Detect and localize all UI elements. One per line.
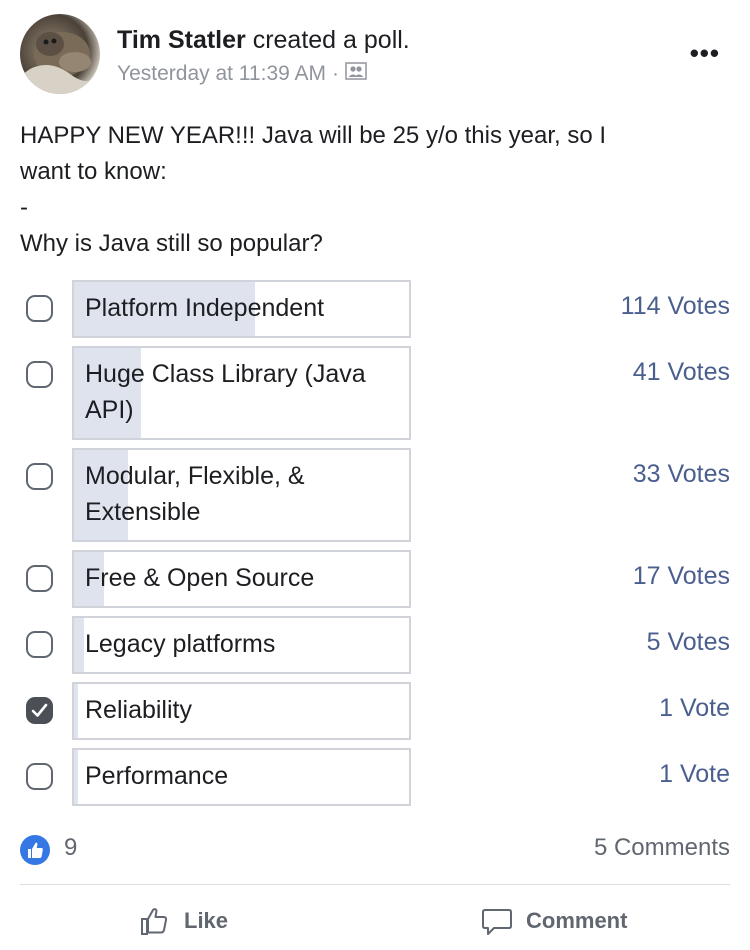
thumbs-up-icon: [141, 908, 168, 935]
poll-option-label: Reliability: [85, 696, 192, 724]
comment-bubble-icon: [482, 909, 512, 935]
poll-option-label: Legacy platforms: [85, 630, 276, 658]
post-text: HAPPY NEW YEAR!!! Java will be 25 y/o th…: [20, 118, 730, 262]
poll-option-box[interactable]: Performance: [72, 748, 411, 806]
comment-button-label: Comment: [526, 908, 628, 933]
poll-vote-count[interactable]: 5 Votes: [647, 628, 730, 657]
post-meta: Yesterday at 11:39 AM ·: [117, 62, 367, 86]
author-avatar[interactable]: [20, 14, 100, 94]
post-text-line: want to know:: [20, 158, 167, 185]
post-timestamp[interactable]: Yesterday at 11:39 AM: [117, 62, 326, 86]
poll-option[interactable]: Modular, Flexible, & Extensible 33 Votes: [20, 448, 730, 542]
poll-option-box[interactable]: Modular, Flexible, & Extensible: [72, 448, 411, 542]
post-text-line: -: [20, 194, 28, 221]
poll-option[interactable]: Platform Independent 114 Votes: [20, 280, 730, 338]
poll-option[interactable]: Free & Open Source 17 Votes: [20, 550, 730, 608]
poll-vote-count[interactable]: 33 Votes: [633, 460, 730, 489]
poll-option[interactable]: Reliability 1 Vote: [20, 682, 730, 740]
poll-checkbox[interactable]: [26, 361, 53, 388]
post-text-line: Why is Java still so popular?: [20, 230, 323, 257]
divider: [20, 884, 730, 885]
like-count[interactable]: 9: [64, 834, 77, 862]
poll-vote-count[interactable]: 114 Votes: [621, 292, 730, 321]
poll-vote-count[interactable]: 1 Vote: [659, 760, 730, 789]
poll-checkbox[interactable]: [26, 463, 53, 490]
friends-icon[interactable]: [345, 62, 367, 86]
author-name[interactable]: Tim Statler: [117, 26, 246, 54]
poll-option-box[interactable]: Reliability: [72, 682, 411, 740]
post-action-text: created a poll.: [252, 26, 410, 54]
reactions-bar: 9 5 Comments: [20, 830, 730, 870]
poll-checkbox[interactable]: [26, 631, 53, 658]
like-reaction-icon[interactable]: [20, 835, 50, 865]
poll-option[interactable]: Legacy platforms 5 Votes: [20, 616, 730, 674]
poll-option-box[interactable]: Platform Independent: [72, 280, 411, 338]
poll-checkbox-checked[interactable]: [26, 697, 53, 724]
like-button-label: Like: [184, 908, 229, 933]
poll-checkbox[interactable]: [26, 763, 53, 790]
author-line: Tim Statler created a poll.: [117, 26, 410, 55]
poll-option[interactable]: Performance 1 Vote: [20, 748, 730, 806]
poll-option-box[interactable]: Free & Open Source: [72, 550, 411, 608]
poll-option-label: Huge Class Library (Java API): [85, 360, 366, 424]
like-button[interactable]: Like: [138, 896, 228, 946]
poll-option-label: Performance: [85, 762, 229, 790]
post-text-line: HAPPY NEW YEAR!!! Java will be 25 y/o th…: [20, 122, 607, 149]
post-header: Tim Statler created a poll. Yesterday at…: [20, 14, 730, 94]
poll-checkbox[interactable]: [26, 565, 53, 592]
meta-separator: ·: [331, 62, 339, 85]
poll-option-label: Free & Open Source: [85, 564, 315, 592]
avatar-photo: [20, 32, 98, 94]
comment-button[interactable]: Comment: [480, 896, 627, 946]
poll-vote-count[interactable]: 41 Votes: [633, 358, 730, 387]
poll-option-label: Platform Independent: [85, 294, 325, 322]
poll-option-box[interactable]: Legacy platforms: [72, 616, 411, 674]
checkmark-icon: [31, 703, 48, 717]
action-bar: Like Comment: [20, 896, 730, 946]
poll-option-box[interactable]: Huge Class Library (Java API): [72, 346, 411, 440]
comments-count[interactable]: 5 Comments: [594, 834, 730, 862]
poll-checkbox[interactable]: [26, 295, 53, 322]
poll-option[interactable]: Huge Class Library (Java API) 41 Votes: [20, 346, 730, 440]
poll-vote-count[interactable]: 17 Votes: [633, 562, 730, 591]
poll-vote-count[interactable]: 1 Vote: [659, 694, 730, 723]
poll-option-label: Modular, Flexible, & Extensible: [85, 462, 305, 526]
more-options-button[interactable]: •••: [690, 38, 720, 69]
